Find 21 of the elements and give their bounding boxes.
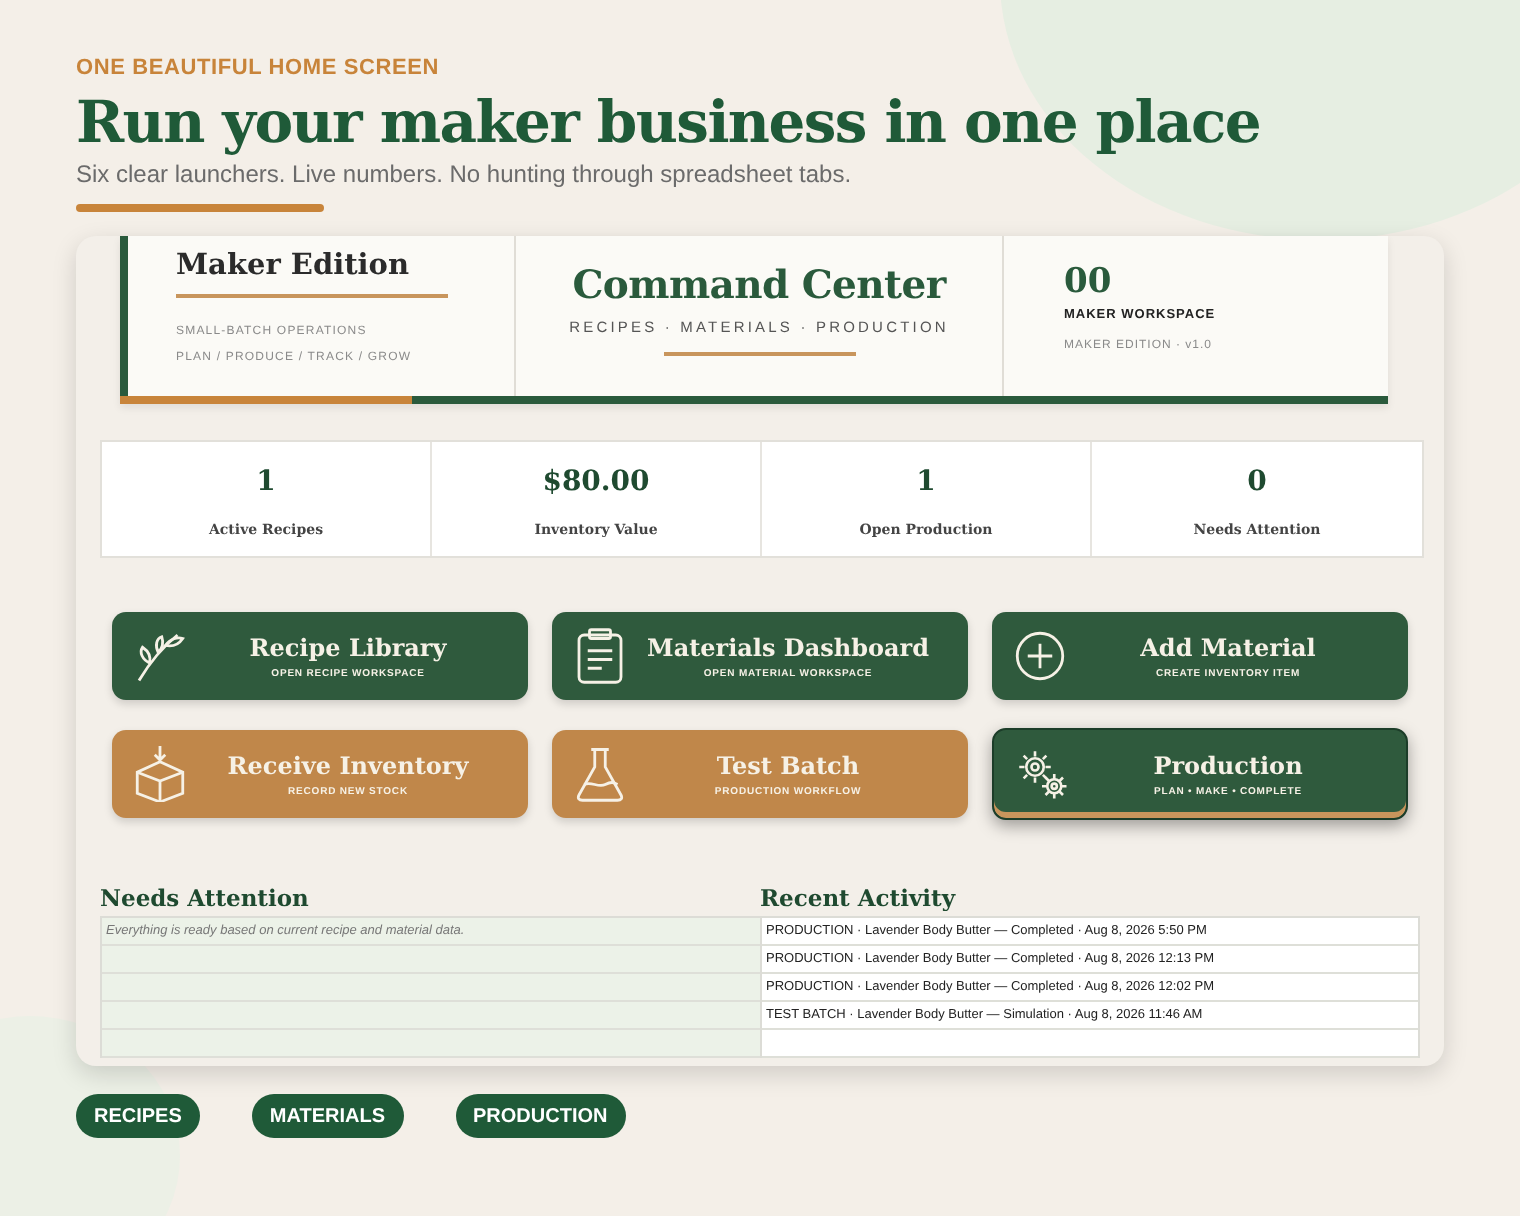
gears-icon [1014,746,1070,802]
clipboard-icon [572,628,628,684]
flask-icon [572,746,628,802]
edition-title: Maker Edition [176,248,448,298]
section-heading: Recent Activity [760,884,958,912]
stat-value: 0 [1247,466,1267,498]
stat-value: 1 [256,466,276,498]
stat-value: $80.00 [542,466,650,498]
sprig-icon [132,628,188,684]
workspace-number: 00 [1064,264,1114,300]
plus-circle-icon [1012,628,1068,684]
banner-title: Command Center [572,262,946,308]
stat-value: 1 [916,466,936,498]
nav-pill[interactable]: MATERIALS [251,1094,403,1138]
eyebrow-text: ONE BEAUTIFUL HOME SCREEN [76,56,441,80]
subtitle: Six clear launchers. Live numbers. No hunting through spreadsheet tabs. [76,160,854,188]
nav-pill[interactable]: PRODUCTION [455,1094,626,1138]
section-heading: Needs Attention [100,884,311,912]
headline: Run your maker business in one place [76,86,1262,158]
box-icon [132,746,188,802]
nav-pill[interactable]: RECIPES [76,1094,200,1138]
